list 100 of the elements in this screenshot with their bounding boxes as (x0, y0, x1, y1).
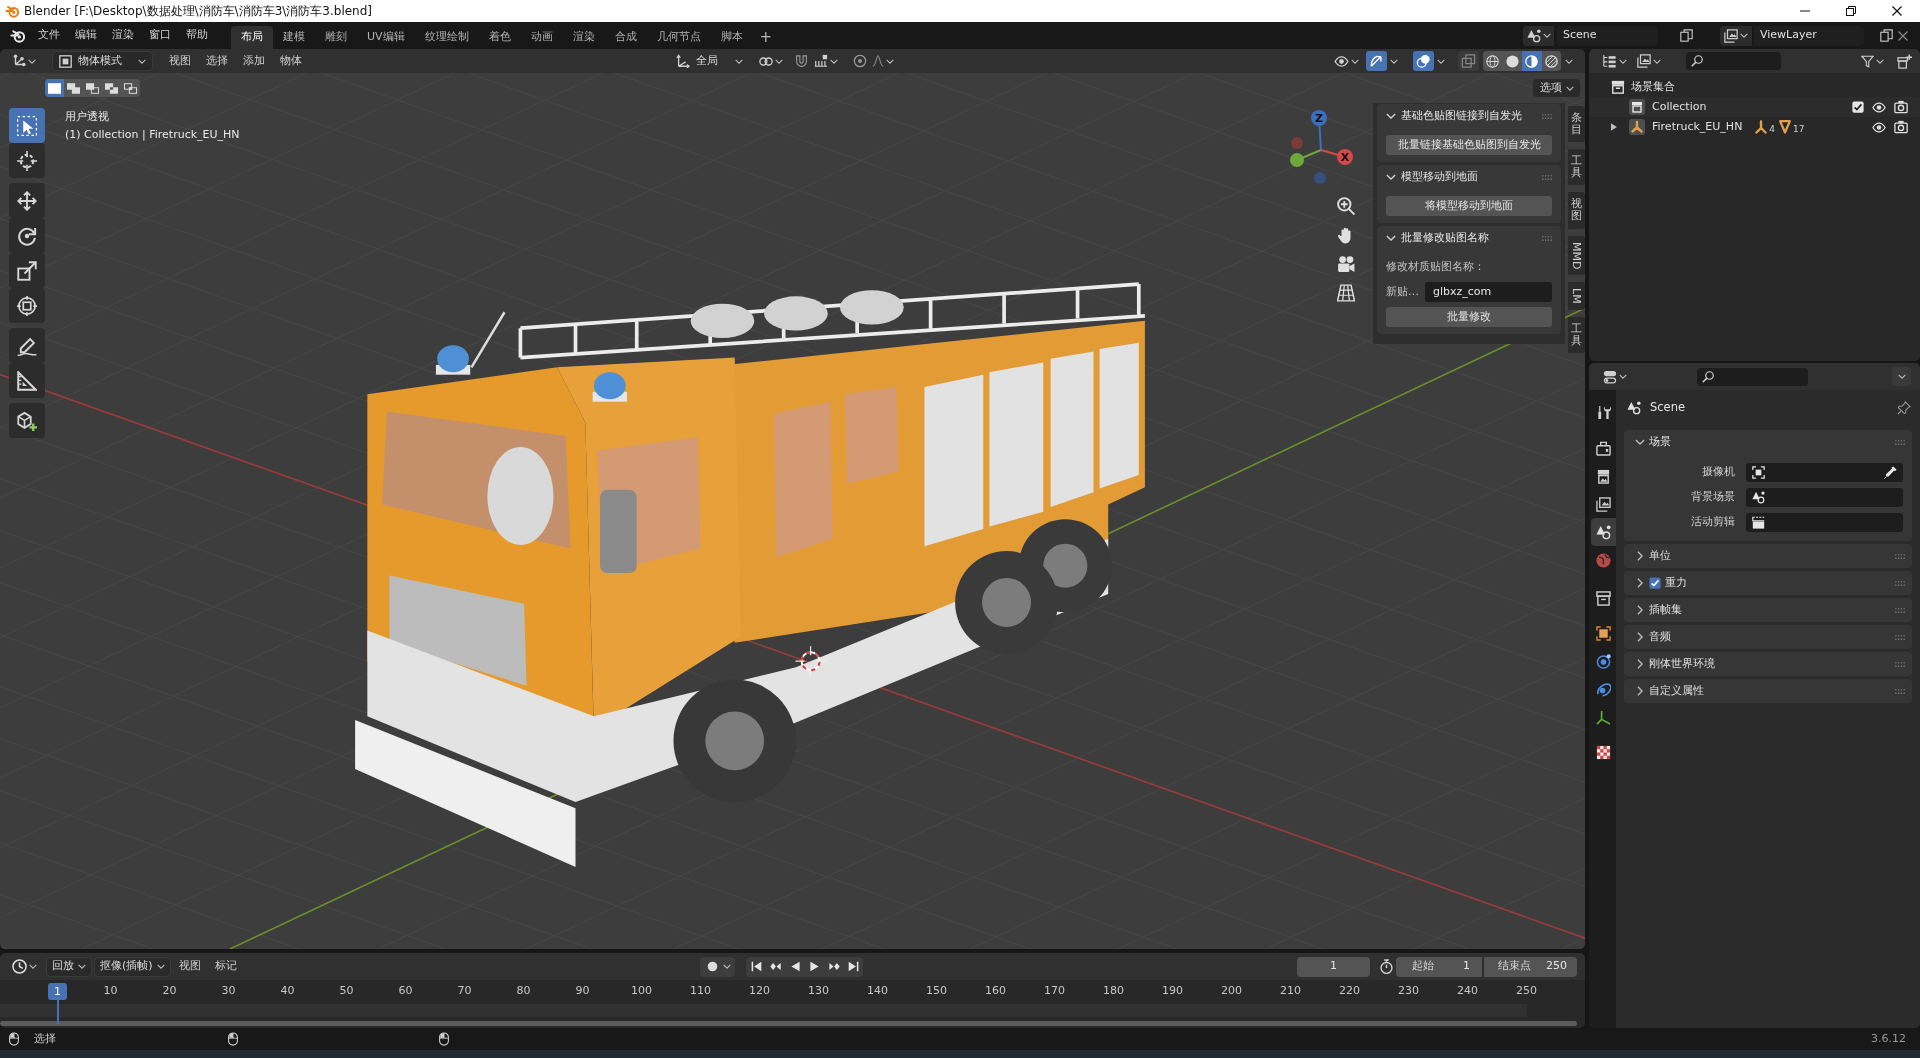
view-layer-selector-button[interactable] (1720, 25, 1752, 46)
axis-handle[interactable]: Z (1311, 110, 1327, 151)
sidebar-tab[interactable]: 工具 (1568, 149, 1585, 186)
menu-item[interactable]: 窗口 (142, 25, 178, 46)
shading-mode-button[interactable] (1541, 51, 1561, 71)
tool-button[interactable] (9, 288, 45, 323)
workspace-tab[interactable]: 合成 (604, 26, 647, 49)
chevron-right-icon[interactable] (1637, 632, 1643, 642)
filter-dropdown[interactable] (1634, 51, 1664, 71)
menu-item[interactable]: 添加 (236, 51, 272, 71)
eye-icon[interactable] (1872, 121, 1886, 133)
chevron-right-icon[interactable] (1637, 686, 1643, 696)
panel-title[interactable]: 音频 (1649, 628, 1671, 646)
mode-dropdown[interactable]: 物体模式 (52, 51, 153, 71)
panel-title[interactable]: 重力 (1665, 574, 1687, 592)
chevron-down-icon[interactable] (1386, 174, 1396, 180)
camera-icon[interactable] (1337, 255, 1355, 273)
menu-item[interactable]: 标记 (208, 956, 243, 977)
camera-icon[interactable] (1894, 100, 1908, 114)
workspace-tab[interactable]: 纹理绘制 (414, 26, 479, 49)
playhead[interactable]: 1 (48, 983, 67, 1024)
axis-handle[interactable] (1314, 172, 1326, 184)
workspace-tab[interactable]: 脚本 (710, 26, 753, 49)
workspace-tab[interactable]: 布局 (231, 26, 273, 49)
axis-handle[interactable] (1291, 137, 1303, 149)
close-icon[interactable] (1898, 30, 1908, 41)
options-dropdown[interactable] (1892, 367, 1911, 386)
text-field[interactable]: glbxz_com (1425, 282, 1552, 302)
camera-icon[interactable] (1894, 120, 1908, 134)
dropdown[interactable]: 回放 (46, 956, 92, 977)
panel-title[interactable]: 场景 (1649, 433, 1671, 451)
overlapping-squares-icon[interactable] (1458, 51, 1479, 71)
sidebar-tab[interactable]: 工具 (1568, 316, 1585, 353)
selection-mode-button[interactable] (121, 79, 140, 97)
zoom-icon[interactable] (1337, 197, 1355, 215)
selection-mode-button[interactable] (64, 79, 83, 97)
axis-handle[interactable]: X (1320, 149, 1353, 165)
panel-title[interactable]: 刚体世界环境 (1649, 655, 1715, 673)
menu-item[interactable]: 文件 (31, 25, 67, 46)
chevron-down-icon[interactable] (1635, 439, 1645, 445)
sidebar-tab[interactable]: LM (1568, 282, 1585, 310)
duplicate-icon[interactable] (1680, 29, 1693, 42)
workspace-tab[interactable]: 雕刻 (315, 26, 357, 49)
axis-handle[interactable] (1290, 149, 1322, 167)
panel-title[interactable]: 模型移动到地面 (1401, 168, 1478, 186)
checkbox[interactable] (1649, 577, 1661, 589)
tool-button[interactable] (9, 328, 45, 363)
item-label[interactable]: 场景集合 (1631, 78, 1675, 96)
workspace-tab[interactable]: 动画 (520, 26, 563, 49)
panel-button[interactable]: 批量修改 (1386, 307, 1552, 327)
current-frame-field[interactable]: 1 (1297, 956, 1370, 977)
menu-item[interactable]: 视图 (162, 51, 198, 71)
panel-title[interactable]: 插帧集 (1649, 601, 1682, 619)
chevron-down-icon[interactable] (1386, 113, 1396, 119)
3d-cursor-icon[interactable] (795, 645, 827, 677)
tool-button[interactable] (9, 403, 45, 438)
selection-mode-button[interactable] (102, 79, 121, 97)
tool-button[interactable] (9, 108, 45, 143)
item-label[interactable]: Collection (1652, 98, 1707, 116)
search-field[interactable] (1697, 367, 1808, 386)
tool-button[interactable] (9, 183, 45, 218)
search-field[interactable] (1686, 52, 1781, 70)
scene-name-field[interactable]: Scene (1557, 25, 1658, 46)
start-frame-field[interactable]: 起始 1 (1396, 956, 1482, 977)
sidebar-tab[interactable]: 视图 (1568, 192, 1585, 229)
duplicate-icon[interactable] (1880, 29, 1893, 42)
menu-item[interactable]: 渲染 (105, 25, 141, 46)
panel-title[interactable]: 批量修改贴图名称 (1401, 229, 1489, 247)
pin-icon[interactable] (1897, 401, 1911, 415)
shading-mode-button[interactable] (1522, 51, 1542, 71)
horizontal-scrollbar[interactable] (0, 1021, 1577, 1026)
dropdown[interactable]: 抠像(插帧) (94, 956, 171, 977)
scene-selector-button[interactable] (1523, 25, 1554, 46)
eye-icon[interactable] (1872, 101, 1886, 113)
property-field[interactable] (1746, 488, 1903, 507)
menu-item[interactable]: 视图 (172, 956, 207, 977)
workspace-tab[interactable]: 几何节点 (646, 26, 711, 49)
chevron-down-icon[interactable] (1386, 235, 1396, 241)
tool-button[interactable] (9, 143, 45, 178)
item-label[interactable]: Firetruck_EU_HN (1652, 118, 1743, 136)
workspace-tab[interactable]: UV编辑 (357, 26, 415, 49)
sidebar-tab[interactable]: 条目 (1568, 106, 1585, 143)
property-field[interactable] (1746, 463, 1903, 482)
chevron-right-icon[interactable] (1637, 659, 1643, 669)
checkbox[interactable] (1852, 101, 1864, 113)
outliner-row[interactable]: Collection (1589, 97, 1920, 117)
panel-title[interactable]: 自定义属性 (1649, 682, 1704, 700)
properties-tab[interactable] (1591, 518, 1616, 546)
shading-mode-button[interactable] (1502, 51, 1522, 71)
shading-mode-button[interactable] (1483, 51, 1503, 71)
add-workspace-button[interactable]: + (752, 26, 780, 49)
grid-icon[interactable] (1337, 284, 1355, 302)
end-frame-field[interactable]: 结束点 250 (1484, 956, 1577, 977)
options-dropdown[interactable]: 选项 (1533, 79, 1580, 97)
panel-button[interactable]: 批量链接基础色贴图到自发光 (1386, 135, 1552, 155)
sidebar-tab[interactable]: MMD (1568, 235, 1585, 275)
tool-button[interactable] (9, 363, 45, 398)
panel-title[interactable]: 基础色贴图链接到自发光 (1401, 107, 1522, 125)
menu-item[interactable]: 编辑 (68, 25, 104, 46)
workspace-tab[interactable]: 渲染 (562, 26, 605, 49)
